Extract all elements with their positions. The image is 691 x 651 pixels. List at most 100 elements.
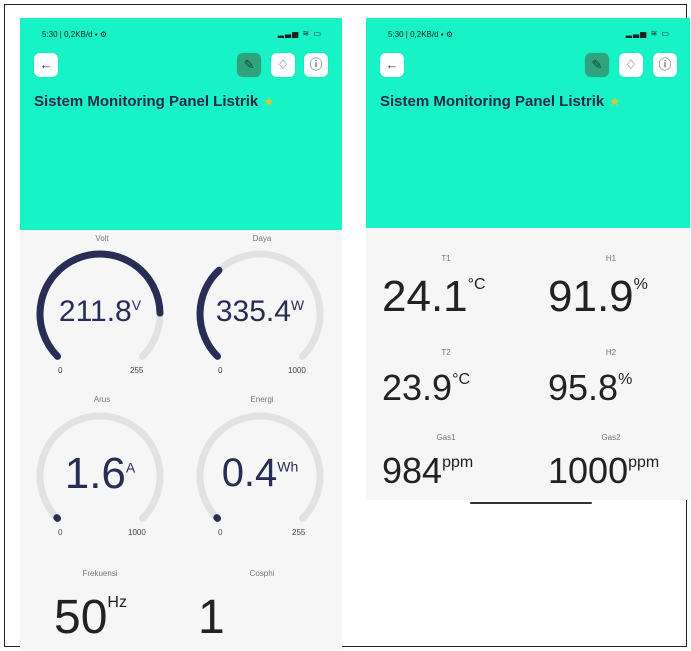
bell-icon: ♢ [625, 57, 637, 72]
gauge-label-arus: Arus [93, 395, 111, 404]
arrow-left-icon: ← [39, 57, 53, 72]
readout-value: 50 [54, 591, 108, 644]
readout-unit: ppm [442, 454, 474, 471]
home-indicator [470, 502, 592, 504]
wifi-icon: ≋ [650, 29, 659, 38]
gauge-min-volt: 0 [58, 366, 63, 375]
readout-frekuensi: 50Hz [54, 590, 127, 645]
app-header: 5:30 | 0,2KB/d ▪ ⚙ ▂▃▅ ≋ ▭ ← ✎ ♢ ⓘ Siste… [366, 18, 690, 228]
gauge-value: 211.8V [32, 295, 168, 329]
gauge-fill [213, 514, 222, 522]
readout-value: 984 [382, 450, 443, 491]
readout-value: 95.8 [548, 367, 619, 408]
status-icons: ▂▃▅ ≋ ▭ [626, 29, 670, 38]
sim-card-icon: ▪ [94, 30, 98, 39]
tool-button[interactable]: ✎ [237, 53, 261, 77]
arrow-left-icon: ← [385, 57, 399, 72]
gauge-min-arus: 0 [58, 528, 63, 537]
readout-label-cosphi: Cosphi [249, 569, 275, 578]
gauge-max-arus: 1000 [128, 528, 146, 537]
readout-unit: Hz [107, 594, 127, 611]
readout-t2: 23.9°C [382, 367, 470, 409]
back-button[interactable]: ← [34, 53, 58, 77]
battery-icon: ▭ [661, 29, 670, 38]
page-title-text: Sistem Monitoring Panel Listrik [380, 93, 605, 110]
signal-icon: ▂▃▅ [277, 29, 300, 38]
gauge-volt: 211.8V [32, 248, 168, 368]
gauge-unit: A [125, 459, 136, 476]
readout-label-gas1: Gas1 [436, 433, 456, 442]
readout-label-t2: T2 [441, 348, 451, 357]
gear-icon: ⚙ [99, 30, 108, 39]
sim-card-icon: ▪ [440, 30, 444, 39]
readout-t1: 24.1°C [382, 272, 486, 322]
readout-label-h1: H1 [605, 254, 617, 263]
status-time: 5:30 | 0,2KB/d [388, 30, 439, 39]
readout-label-gas2: Gas2 [601, 433, 621, 442]
gauge-fill [53, 514, 62, 522]
readout-value: 24.1 [382, 272, 468, 321]
bell-icon: ♢ [277, 57, 289, 72]
info-button[interactable]: ⓘ [653, 53, 677, 77]
readout-h1: 91.9% [548, 272, 648, 322]
page-title: Sistem Monitoring Panel Listrik ★ [34, 93, 273, 110]
gear-icon: ⚙ [445, 30, 454, 39]
gauge-number: 0.4 [221, 451, 278, 496]
gauge-unit: W [290, 297, 305, 314]
readout-value: 1000 [548, 450, 629, 491]
page-title-text: Sistem Monitoring Panel Listrik [34, 93, 259, 110]
gauge-label-volt: Volt [95, 234, 109, 243]
readout-unit: % [618, 371, 633, 388]
readout-unit: °C [452, 371, 471, 388]
gauge-number: 335.4 [215, 295, 291, 329]
gauge-daya: 335.4W [192, 248, 328, 368]
readout-value: 23.9 [382, 367, 453, 408]
readout-value: 91.9 [548, 272, 634, 321]
tool-button[interactable]: ✎ [585, 53, 609, 77]
battery-icon: ▭ [313, 29, 322, 38]
gauge-number: 1.6 [64, 448, 126, 498]
app-header: 5:30 | 0,2KB/d ▪ ⚙ ▂▃▅ ≋ ▭ ← ✎ ♢ ⓘ Siste… [20, 18, 342, 230]
phone-screen-electrical: 5:30 | 0,2KB/d ▪ ⚙ ▂▃▅ ≋ ▭ ← ✎ ♢ ⓘ Siste… [20, 18, 342, 650]
gauge-value: 335.4W [192, 295, 328, 329]
status-icons: ▂▃▅ ≋ ▭ [278, 29, 322, 38]
info-icon: ⓘ [309, 57, 323, 72]
info-icon: ⓘ [658, 57, 672, 72]
readout-gas2: 1000ppm [548, 450, 659, 492]
gauge-unit: Wh [277, 458, 299, 475]
readout-gas1: 984ppm [382, 450, 473, 492]
gauge-label-energi: Energi [250, 395, 274, 404]
gauge-max-daya: 1000 [288, 366, 306, 375]
readout-label-t1: T1 [441, 254, 451, 263]
readout-value: 1 [198, 591, 225, 644]
wrench-icon: ✎ [243, 57, 255, 72]
gauge-value: 1.6A [32, 449, 168, 499]
signal-icon: ▂▃▅ [625, 29, 648, 38]
page-title: Sistem Monitoring Panel Listrik ★ [380, 93, 619, 110]
star-icon: ★ [264, 96, 274, 108]
gauge-unit: V [131, 297, 142, 314]
notification-button[interactable]: ♢ [271, 53, 295, 77]
gauge-min-energi: 0 [218, 528, 223, 537]
info-button[interactable]: ⓘ [304, 53, 328, 77]
gauge-value: 0.4Wh [192, 451, 328, 496]
status-time: 5:30 | 0,2KB/d [42, 30, 93, 39]
wifi-icon: ≋ [302, 29, 311, 38]
wrench-icon: ✎ [591, 57, 603, 72]
back-button[interactable]: ← [380, 53, 404, 77]
gauge-label-daya: Daya [252, 234, 272, 243]
gauge-energi: 0.4Wh [192, 410, 328, 530]
status-bar: 5:30 | 0,2KB/d ▪ ⚙ [42, 30, 107, 39]
gauge-max-volt: 255 [130, 366, 144, 375]
gauge-number: 211.8 [58, 295, 132, 329]
notification-button[interactable]: ♢ [619, 53, 643, 77]
gauge-min-daya: 0 [218, 366, 223, 375]
readout-unit: °C [467, 276, 486, 293]
readout-h2: 95.8% [548, 367, 632, 409]
gauge-arus: 1.6A [32, 410, 168, 530]
status-bar: 5:30 | 0,2KB/d ▪ ⚙ [388, 30, 453, 39]
readout-cosphi: 1 [198, 590, 225, 645]
star-icon: ★ [610, 96, 620, 108]
gauge-max-energi: 255 [292, 528, 306, 537]
readout-label-h2: H2 [605, 348, 617, 357]
